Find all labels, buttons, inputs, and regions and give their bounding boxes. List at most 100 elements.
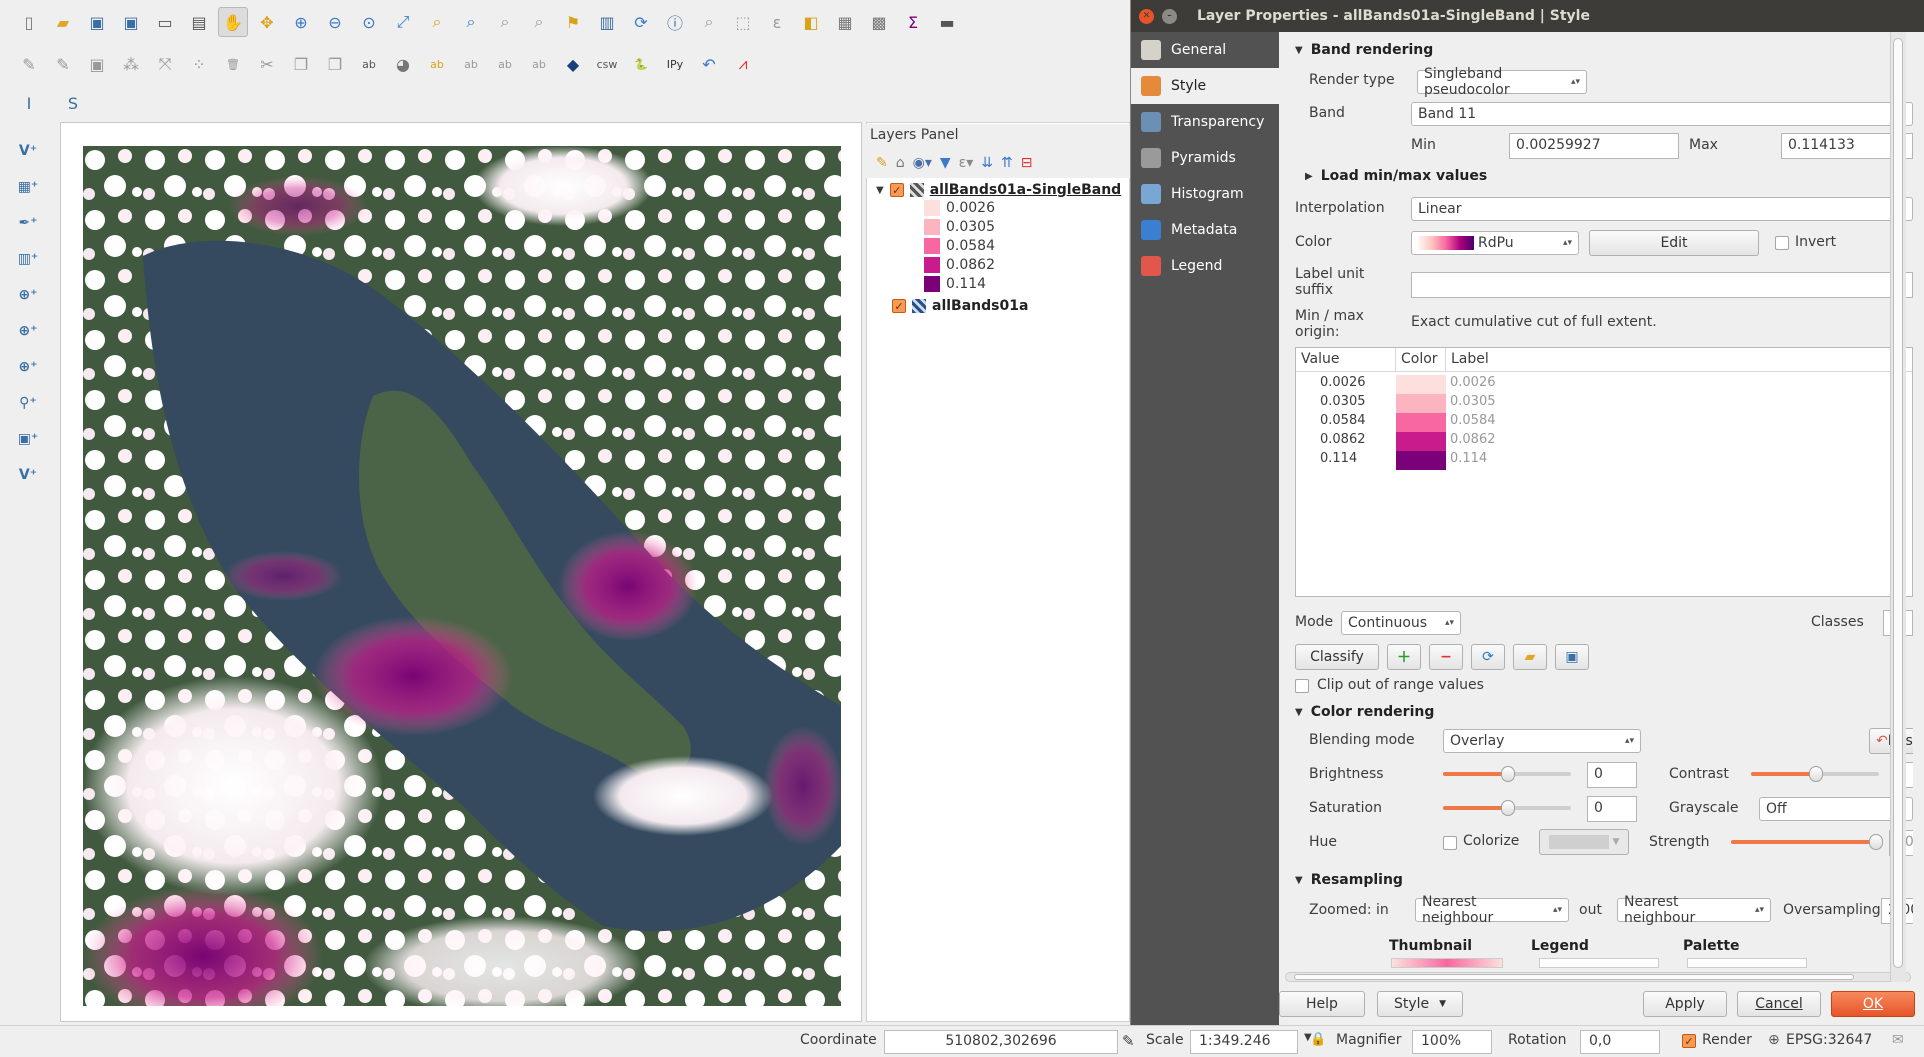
measure-icon[interactable]: ▬ xyxy=(932,7,962,37)
reload-icon[interactable]: ⟳ xyxy=(1471,644,1505,670)
pan-to-selection-icon[interactable]: ✥ xyxy=(252,7,282,37)
rotation-field[interactable]: 0,0 xyxy=(1580,1030,1660,1054)
show-hide-labels-icon[interactable]: ab xyxy=(422,49,452,79)
column-header[interactable]: Color xyxy=(1396,348,1446,371)
invert-checkbox[interactable] xyxy=(1775,236,1789,250)
add-wcs-icon[interactable]: ⊕⁺ xyxy=(11,352,45,382)
table-cell-label[interactable]: 0.0862 xyxy=(1446,432,1496,451)
collapse-arrow-icon[interactable]: ▼ xyxy=(1295,45,1303,56)
zoomed-out-select[interactable]: Nearest neighbour ▴▾ xyxy=(1617,894,1771,926)
saturation-input[interactable]: 0 xyxy=(1587,796,1637,822)
sidebar-item-pyramids[interactable]: Pyramids xyxy=(1131,140,1279,176)
table-row[interactable]: 0.0305 0.0305 xyxy=(1296,394,1912,413)
move-label-icon[interactable]: ab xyxy=(456,49,486,79)
mode-select[interactable]: Continuous ▴▾ xyxy=(1341,611,1461,635)
table-cell-value[interactable]: 0.114 xyxy=(1296,451,1396,470)
pin-labels-icon[interactable]: ◕ xyxy=(388,49,418,79)
lock-icon[interactable]: 🔒 xyxy=(1310,1032,1326,1047)
filter-expression-icon[interactable]: ε▾ xyxy=(959,155,974,171)
table-cell-color[interactable] xyxy=(1396,375,1446,394)
add-feature-icon[interactable]: ⁂ xyxy=(116,49,146,79)
save-project-icon[interactable]: ▣ xyxy=(82,7,112,37)
layer-item-allbands[interactable]: ✓ allBands01a xyxy=(892,298,1028,314)
extents-toggle-icon[interactable]: ✎ xyxy=(1122,1032,1135,1050)
add-virtual-layer-icon[interactable]: ▣⁺ xyxy=(11,424,45,454)
add-wms-icon[interactable]: ⊕⁺ xyxy=(11,280,45,310)
close-icon[interactable]: ✕ xyxy=(1139,8,1154,24)
refresh-icon[interactable]: ⟳ xyxy=(626,7,656,37)
export-file-icon[interactable]: ▣ xyxy=(1555,644,1589,670)
satellite-raster-image[interactable] xyxy=(83,146,841,1006)
edit-ramp-button[interactable]: Edit xyxy=(1589,230,1759,256)
minimize-icon[interactable]: – xyxy=(1162,8,1177,24)
expand-all-icon[interactable]: ⇊ xyxy=(981,155,993,171)
sidebar-item-legend[interactable]: Legend xyxy=(1131,248,1279,284)
scrollbar-thumb[interactable] xyxy=(1893,38,1903,968)
render-checkbox[interactable]: ✓ xyxy=(1682,1034,1696,1048)
add-group-icon[interactable]: ⌂ xyxy=(896,155,905,171)
identify-icon[interactable]: ⓘ xyxy=(660,7,690,37)
messages-icon[interactable]: ✉ xyxy=(1892,1032,1904,1048)
render-type-select[interactable]: Singleband pseudocolor ▴▾ xyxy=(1417,66,1587,98)
add-raster-layer-icon[interactable]: ▦⁺ xyxy=(11,172,45,202)
script-icon[interactable]: S xyxy=(58,88,88,118)
load-file-icon[interactable]: ▰ xyxy=(1513,644,1547,670)
table-cell-value[interactable]: 0.0584 xyxy=(1296,413,1396,432)
attribute-table-icon[interactable]: ▦ xyxy=(830,7,860,37)
map-tips-icon[interactable]: ⌕ xyxy=(694,7,724,37)
rotate-label-icon[interactable]: ab xyxy=(490,49,520,79)
colorize-checkbox[interactable] xyxy=(1443,836,1457,850)
new-project-icon[interactable]: ▯ xyxy=(14,7,44,37)
color-ramp-select[interactable]: RdPu ▴▾ xyxy=(1411,231,1579,255)
resampling-header[interactable]: ▼ Resampling xyxy=(1295,872,1403,888)
sidebar-item-transparency[interactable]: Transparency xyxy=(1131,104,1279,140)
color-map-table[interactable]: Value Color Label 0.0026 0.0026 0.0305 0.03… xyxy=(1295,347,1913,597)
color-rendering-header[interactable]: ▼ Color rendering xyxy=(1295,704,1434,720)
zoom-full-icon[interactable]: ⤢ xyxy=(388,7,418,37)
paste-features-icon[interactable]: ❐ xyxy=(320,49,350,79)
crs-label[interactable]: EPSG:32647 xyxy=(1786,1032,1872,1048)
open-project-icon[interactable]: ▰ xyxy=(48,7,78,37)
classify-button[interactable]: Classify xyxy=(1295,644,1379,670)
csw-icon[interactable]: csw xyxy=(592,49,622,79)
brightness-input[interactable]: 0 xyxy=(1587,762,1637,788)
table-cell-color[interactable] xyxy=(1396,451,1446,470)
coordinate-field[interactable]: 510802,302696 xyxy=(884,1030,1118,1054)
zoomed-in-select[interactable]: Nearest neighbour ▴▾ xyxy=(1415,894,1569,926)
select-features-icon[interactable]: ⬚ xyxy=(728,7,758,37)
deselect-icon[interactable]: ◧ xyxy=(796,7,826,37)
table-cell-value[interactable]: 0.0026 xyxy=(1296,375,1396,394)
help-button[interactable]: Help xyxy=(1279,991,1365,1017)
gps-icon[interactable]: ◆ xyxy=(558,49,588,79)
min-input[interactable]: 0.00259927 xyxy=(1509,133,1679,159)
interpolation-select[interactable]: Linear xyxy=(1411,197,1913,221)
layout-manager-icon[interactable]: ▤ xyxy=(184,7,214,37)
add-wfs-icon[interactable]: ⊕⁺ xyxy=(11,316,45,346)
zoom-out-icon[interactable]: ⊖ xyxy=(320,7,350,37)
scrollbar-thumb[interactable] xyxy=(1294,974,1854,980)
layer-visibility-checkbox[interactable]: ✓ xyxy=(892,299,906,313)
label-unit-suffix-input[interactable] xyxy=(1411,272,1913,298)
visibility-icon[interactable]: ◉▾ xyxy=(913,155,932,171)
field-calculator-icon[interactable]: ▩ xyxy=(864,7,894,37)
brightness-slider[interactable] xyxy=(1443,766,1571,782)
node-tool-icon[interactable]: ⁘ xyxy=(184,49,214,79)
table-cell-color[interactable] xyxy=(1396,432,1446,451)
vertical-scrollbar[interactable] xyxy=(1890,32,1906,982)
colorize-color-button[interactable]: ▼ xyxy=(1539,829,1629,855)
delete-selected-icon[interactable]: 🗑 xyxy=(218,49,248,79)
column-header[interactable]: Value xyxy=(1296,348,1396,371)
strength-slider[interactable] xyxy=(1731,834,1883,850)
collapse-all-icon[interactable]: ⇈ xyxy=(1001,155,1013,171)
collapse-arrow-icon[interactable]: ▼ xyxy=(1295,875,1303,886)
undo-icon[interactable]: ↶ xyxy=(694,49,724,79)
new-spatialite-icon[interactable]: ⚲⁺ xyxy=(11,388,45,418)
style-manager-icon[interactable]: ✎ xyxy=(876,155,888,171)
apply-button[interactable]: Apply xyxy=(1643,991,1727,1017)
zoom-last-icon[interactable]: ⌕ xyxy=(490,7,520,37)
table-cell-label[interactable]: 0.114 xyxy=(1446,451,1487,470)
save-as-icon[interactable]: ▣ xyxy=(116,7,146,37)
add-vector-layer-icon[interactable]: V⁺ xyxy=(11,136,45,166)
crs-icon[interactable]: ⊕ xyxy=(1768,1032,1780,1048)
table-cell-label[interactable]: 0.0305 xyxy=(1446,394,1496,413)
